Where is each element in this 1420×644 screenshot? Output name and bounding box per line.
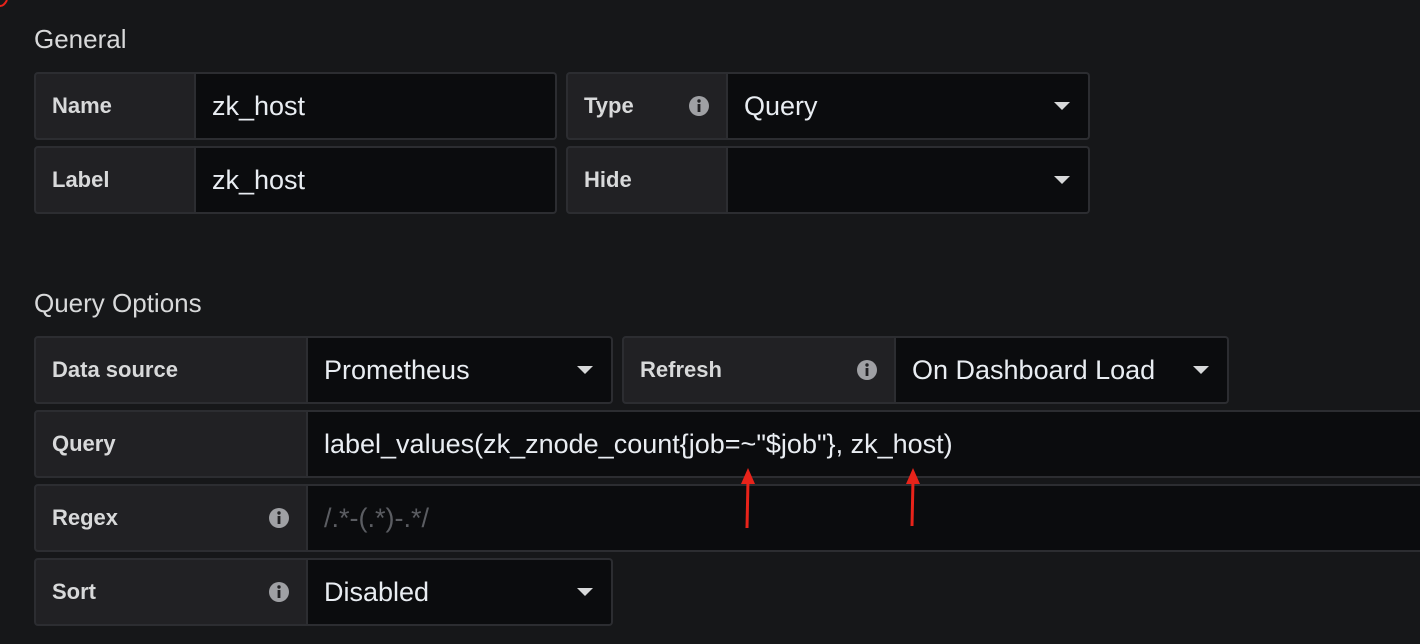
query-input[interactable]: label_values(zk_znode_count{job=~"$job"}… [308, 410, 1420, 478]
name-row: Name zk_host [34, 72, 557, 140]
red-arrow-annotation [906, 468, 920, 527]
name-input[interactable]: zk_host [196, 72, 557, 140]
query-options-section-title: Query Options [34, 288, 202, 318]
label-input[interactable]: zk_host [196, 146, 557, 214]
query-row: Query label_values(zk_znode_count{job=~"… [34, 410, 1420, 478]
chevron-down-icon [1054, 176, 1070, 184]
refresh-select-value: On Dashboard Load [912, 354, 1156, 385]
datasource-label: Data source [34, 336, 308, 404]
regex-placeholder: /.*-(.*)-.*/ [324, 502, 429, 533]
sort-label: Sort [34, 558, 308, 626]
datasource-select[interactable]: Prometheus [308, 336, 613, 404]
refresh-label-text: Refresh [640, 357, 722, 382]
info-icon[interactable] [856, 359, 878, 381]
regex-label-text: Regex [52, 505, 119, 530]
type-label-text: Type [584, 93, 634, 118]
query-label: Query [34, 410, 308, 478]
red-corner-mark [0, 0, 8, 7]
sort-label-text: Sort [52, 579, 96, 604]
hide-label: Hide [566, 146, 728, 214]
regex-row: Regex /.*-(.*)-.*/ [34, 484, 1420, 552]
chevron-down-icon [577, 588, 593, 596]
refresh-label: Refresh [622, 336, 896, 404]
datasource-row: Data source Prometheus [34, 336, 613, 404]
type-select[interactable]: Query [728, 72, 1090, 140]
type-select-value: Query [744, 90, 818, 121]
regex-label: Regex [34, 484, 308, 552]
chevron-down-icon [577, 366, 593, 374]
type-label: Type [566, 72, 728, 140]
sort-row: Sort Disabled [34, 558, 613, 626]
sort-select-value: Disabled [324, 576, 430, 607]
info-icon[interactable] [268, 581, 290, 603]
type-row: Type Query [566, 72, 1090, 140]
sort-select[interactable]: Disabled [308, 558, 613, 626]
label-row: Label zk_host [34, 146, 557, 214]
name-label: Name [34, 72, 196, 140]
regex-input[interactable]: /.*-(.*)-.*/ [308, 484, 1420, 552]
label-label: Label [34, 146, 196, 214]
general-section-title: General [34, 24, 127, 54]
info-icon[interactable] [688, 95, 710, 117]
red-arrow-annotation [741, 468, 755, 529]
info-icon[interactable] [268, 507, 290, 529]
refresh-row: Refresh On Dashboard Load [622, 336, 1229, 404]
datasource-select-value: Prometheus [324, 354, 470, 385]
chevron-down-icon [1193, 366, 1209, 374]
hide-row: Hide [566, 146, 1090, 214]
chevron-down-icon [1054, 102, 1070, 110]
refresh-select[interactable]: On Dashboard Load [896, 336, 1229, 404]
hide-select[interactable] [728, 146, 1090, 214]
